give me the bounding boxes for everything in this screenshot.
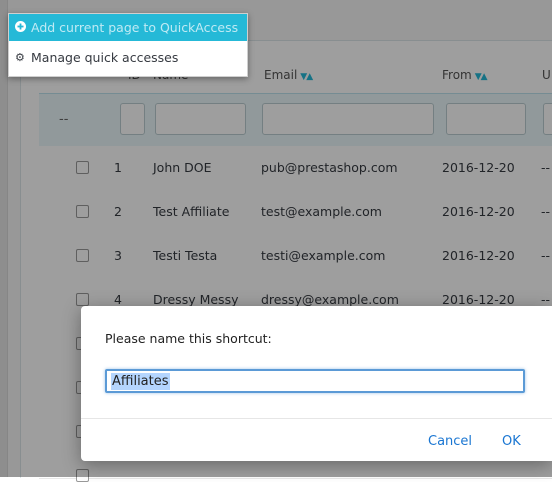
add-to-quick-access-item[interactable]: Add current page to QuickAccess: [9, 14, 247, 41]
manage-quick-accesses-item[interactable]: ⚙ Manage quick accesses: [9, 44, 247, 71]
shortcut-name-input[interactable]: Affiliates: [105, 369, 525, 393]
gear-icon: ⚙: [15, 51, 25, 64]
manage-quick-accesses-label: Manage quick accesses: [31, 50, 179, 65]
dialog-divider: [81, 418, 552, 419]
plus-circle-icon: [15, 14, 26, 41]
add-to-quick-access-label: Add current page to QuickAccess: [31, 20, 239, 35]
quick-access-dropdown: Add current page to QuickAccess ⚙ Manage…: [8, 13, 248, 77]
shortcut-name-value: Affiliates: [111, 373, 170, 390]
dialog-message: Please name this shortcut:: [105, 331, 272, 346]
ok-button[interactable]: OK: [502, 434, 521, 449]
name-shortcut-dialog: Please name this shortcut: Affiliates Ca…: [81, 306, 552, 461]
cancel-button[interactable]: Cancel: [428, 434, 472, 449]
